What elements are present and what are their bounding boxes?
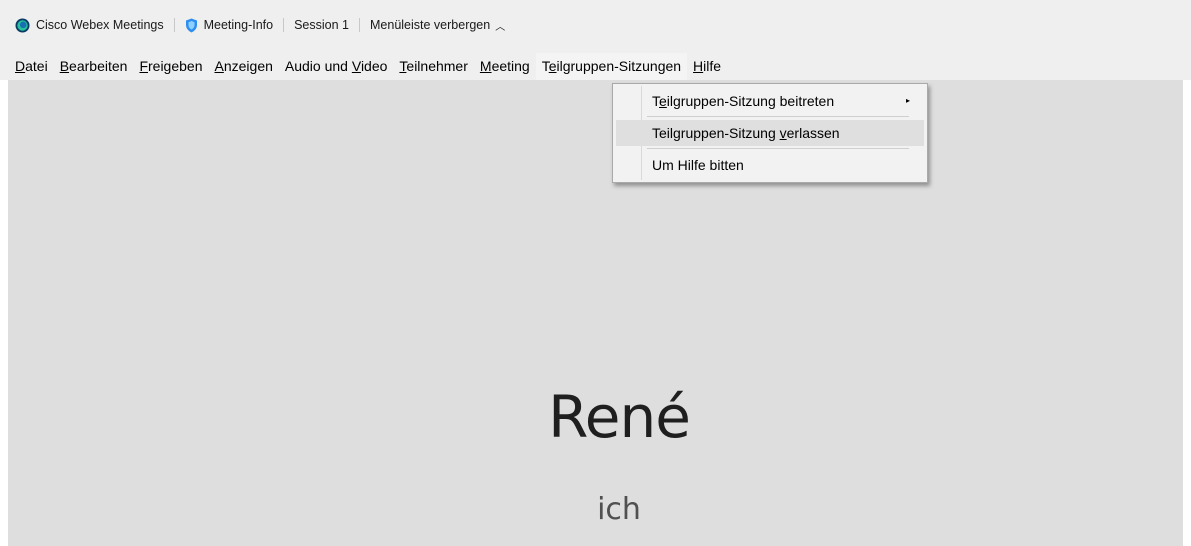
breakout-sessions-menu: Teilgruppen-Sitzung beitreten ▸ Teilgrup… xyxy=(612,83,928,183)
session-name: Session 1 xyxy=(294,18,349,32)
title-separator xyxy=(359,18,360,32)
title-separator xyxy=(283,18,285,32)
menu-audio-video[interactable]: Audio und Video xyxy=(279,53,394,80)
menu-separator xyxy=(647,116,909,117)
menu-hilfe[interactable]: Hilfe xyxy=(687,53,727,80)
menu-separator xyxy=(647,148,909,149)
video-stage: René ich xyxy=(8,80,1183,546)
menu-meeting[interactable]: Meeting xyxy=(474,53,536,80)
session-label: Session 1 xyxy=(294,18,349,32)
menu-bar: Datei Bearbeiten Freigeben Anzeigen Audi… xyxy=(0,53,1191,80)
app-name: Cisco Webex Meetings xyxy=(36,18,164,32)
menu-freigeben[interactable]: Freigeben xyxy=(133,53,208,80)
menu-bearbeiten[interactable]: Bearbeiten xyxy=(54,53,134,80)
shield-icon xyxy=(185,18,198,33)
hide-menubar-button[interactable]: Menüleiste verbergen ︿ xyxy=(370,18,505,33)
meeting-info-label: Meeting-Info xyxy=(203,18,274,32)
chevron-up-icon: ︿ xyxy=(495,21,506,33)
menu-item-join-breakout[interactable]: Teilgruppen-Sitzung beitreten ▸ xyxy=(616,88,924,114)
submenu-arrow-icon: ▸ xyxy=(905,96,910,105)
menu-teilgruppen-sitzungen[interactable]: Teilgruppen-Sitzungen xyxy=(535,53,688,80)
menu-teilnehmer[interactable]: Teilnehmer xyxy=(393,53,473,80)
participant-name: René xyxy=(548,383,691,451)
title-separator xyxy=(173,18,175,32)
title-bar-row: Cisco Webex Meetings Meeting-Info Sessio… xyxy=(15,15,505,35)
app-title: Cisco Webex Meetings xyxy=(15,18,164,33)
hide-menubar-label: Menüleiste verbergen xyxy=(370,18,491,32)
webex-logo-icon xyxy=(15,18,30,33)
title-bar: Cisco Webex Meetings Meeting-Info Sessio… xyxy=(0,0,1191,53)
menu-datei[interactable]: Datei xyxy=(0,53,54,80)
meeting-info-button[interactable]: Meeting-Info xyxy=(185,18,273,33)
participant-subtitle: ich xyxy=(597,492,641,527)
menu-item-leave-breakout[interactable]: Teilgruppen-Sitzung verlassen xyxy=(616,120,924,146)
menu-item-ask-for-help[interactable]: Um Hilfe bitten xyxy=(616,152,924,178)
menu-anzeigen[interactable]: Anzeigen xyxy=(209,53,279,80)
